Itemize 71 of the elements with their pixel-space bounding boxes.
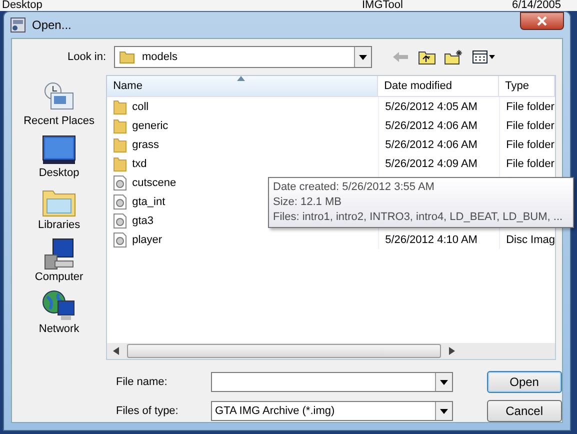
date-cell: 5/26/2012 4:06 AM: [385, 138, 478, 150]
sort-caret-icon: [237, 76, 246, 81]
horizontal-scrollbar[interactable]: [107, 343, 555, 359]
folder-icon: [113, 118, 128, 134]
folder-icon: [113, 136, 128, 152]
network-icon: [41, 289, 78, 323]
look-in-dropdown[interactable]: models: [114, 46, 372, 68]
file-row[interactable]: coll 5/26/2012 4:05 AM File folder: [107, 97, 555, 116]
window-title: Open...: [32, 18, 72, 32]
close-icon: [536, 16, 548, 26]
file-row[interactable]: grass 5/26/2012 4:06 AM File folder: [107, 135, 555, 154]
background-text: IMGTool: [362, 0, 404, 11]
file-name: txd: [132, 158, 147, 170]
file-type-label: Files of type:: [115, 405, 180, 417]
date-cell: 5/26/2012 4:06 AM: [385, 120, 478, 132]
tooltip-line: Files: intro1, intro2, INTRO3, intro4, LD_BEAT, LD_BUM, ...: [273, 210, 564, 225]
type-cell: File folder: [506, 158, 554, 170]
type-cell: File folder: [506, 138, 554, 150]
file-row[interactable]: generic 5/26/2012 4:06 AM File folder: [107, 116, 555, 135]
file-name: grass: [132, 138, 159, 150]
places-item[interactable]: Network: [12, 289, 106, 340]
look-in-label: Look in:: [66, 51, 106, 63]
new-folder-icon[interactable]: [444, 49, 464, 65]
type-cell: File folder: [506, 120, 554, 132]
tooltip-line: Date created: 5/26/2012 3:55 AM: [273, 180, 436, 195]
file-name-field[interactable]: [211, 372, 453, 392]
places-item[interactable]: Desktop: [12, 133, 106, 184]
places-item[interactable]: Computer: [12, 237, 106, 288]
type-cell: Disc Imag: [506, 234, 555, 246]
file-row[interactable]: txd 5/26/2012 4:09 AM File folder: [107, 154, 555, 173]
file-row[interactable]: player 5/26/2012 4:10 AM Disc Imag: [107, 230, 555, 249]
date-cell: 5/26/2012 4:09 AM: [385, 158, 478, 170]
app-icon: [10, 17, 26, 33]
up-folder-icon[interactable]: [418, 49, 436, 65]
file-type-dropdown[interactable]: GTA IMG Archive (*.img): [211, 401, 453, 421]
tooltip-line: Size: 12.1 MB: [273, 195, 342, 210]
type-cell: File folder: [506, 100, 554, 112]
date-cell: 5/26/2012 4:05 AM: [385, 100, 478, 112]
folder-icon: [113, 98, 128, 114]
dropdown-caret-icon: [440, 380, 448, 384]
places-item[interactable]: Recent Places: [12, 81, 106, 132]
desktop-icon: [41, 133, 78, 167]
places-item[interactable]: Libraries: [12, 185, 106, 236]
date-cell: 5/26/2012 4:10 AM: [385, 234, 478, 246]
file-name-label: File name:: [115, 376, 168, 388]
file-name: player: [132, 234, 162, 246]
cancel-button[interactable]: Cancel: [486, 400, 562, 422]
close-button[interactable]: [520, 12, 564, 30]
scroll-right-icon[interactable]: [449, 347, 456, 355]
open-button[interactable]: Open: [486, 371, 562, 393]
file-name: coll: [132, 100, 149, 112]
column-header[interactable]: Date modified: [378, 76, 500, 96]
folder-icon: [119, 49, 135, 65]
dropdown-caret-icon: [440, 408, 448, 414]
file-name: gta3: [132, 214, 154, 226]
file-name: cutscene: [132, 176, 176, 188]
file-name: gta_int: [132, 196, 166, 208]
background-text: 6/14/2005: [512, 0, 561, 11]
disc-file-icon: [113, 194, 128, 210]
dropdown-caret-icon: [359, 54, 367, 60]
view-menu-icon[interactable]: [472, 50, 496, 64]
disc-file-icon: [113, 212, 128, 228]
scroll-thumb[interactable]: [127, 344, 442, 358]
scroll-left-icon[interactable]: [113, 347, 120, 355]
folder-icon: [113, 156, 128, 172]
file-name: generic: [132, 120, 168, 132]
column-header[interactable]: Type: [499, 76, 555, 96]
column-header[interactable]: Name: [107, 76, 378, 96]
disc-file-icon: [113, 174, 128, 190]
disc-file-icon: [113, 232, 128, 248]
background-text: Desktop: [1, 0, 44, 11]
